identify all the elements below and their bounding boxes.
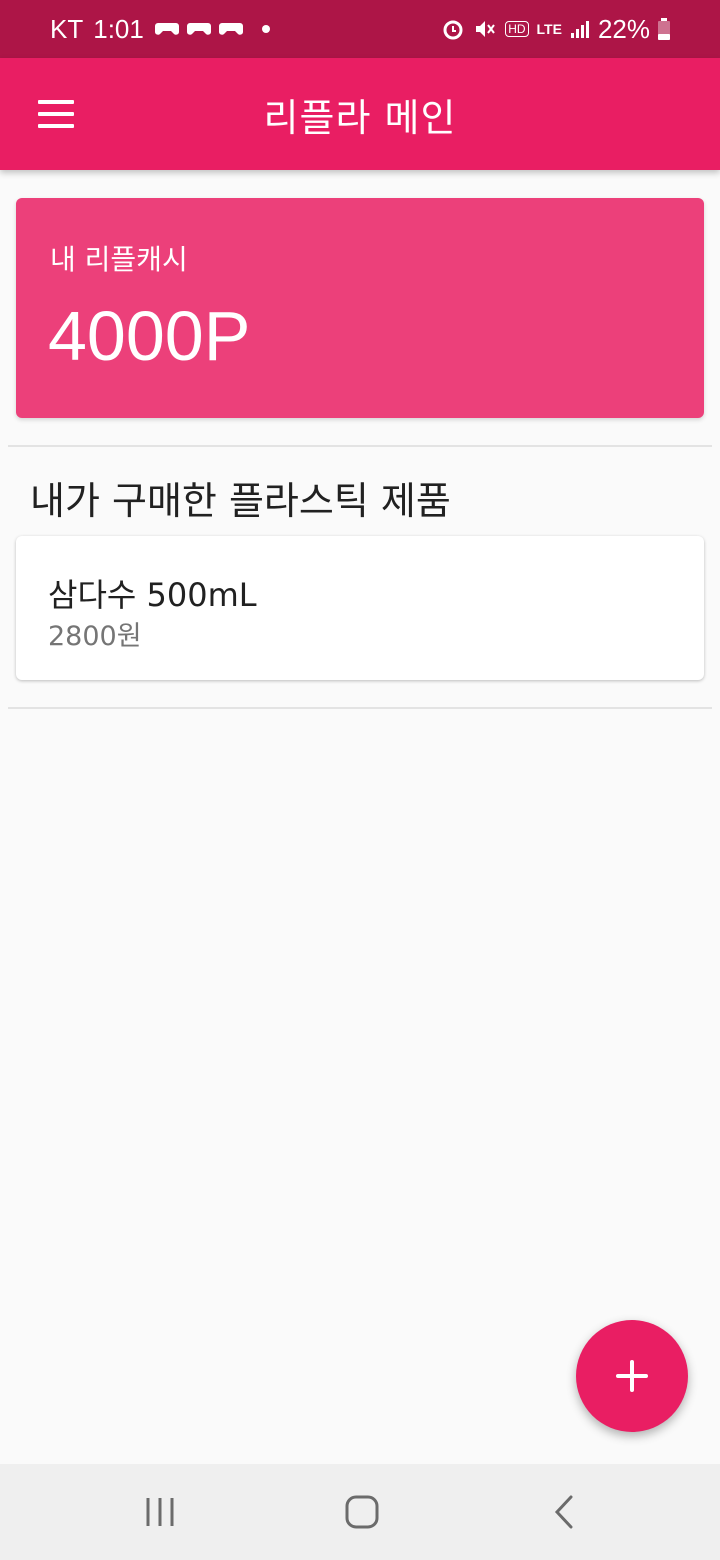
game-controller-icon	[154, 23, 179, 35]
status-bar: KT 1:01 HD LTE 22%	[0, 0, 720, 58]
page-title: 리플라 메인	[263, 95, 457, 140]
product-card[interactable]: 삼다수 500mL 2800원	[16, 536, 704, 680]
clock: 1:01	[93, 13, 144, 44]
alarm-icon	[443, 20, 463, 40]
divider	[8, 707, 712, 709]
back-icon	[554, 1495, 573, 1529]
battery-percent: 22%	[597, 13, 650, 44]
recent-apps-icon	[146, 1498, 174, 1526]
product-price: 2800원	[48, 621, 142, 652]
cash-label: 내 리플캐시	[50, 243, 188, 276]
product-name: 삼다수 500mL	[48, 576, 257, 614]
carrier-label: KT	[50, 13, 84, 44]
signal-icon	[570, 21, 589, 38]
home-button[interactable]	[302, 1464, 422, 1560]
hd-badge: HD	[505, 21, 529, 37]
game-controller-icon	[186, 23, 211, 35]
back-button[interactable]	[504, 1464, 624, 1560]
battery-icon	[658, 18, 670, 40]
notification-icons	[154, 19, 270, 39]
status-bar-right: HD LTE 22%	[441, 14, 670, 45]
divider	[8, 445, 712, 447]
status-bar-left: KT 1:01	[50, 14, 270, 45]
home-icon	[345, 1495, 379, 1529]
section-title: 내가 구매한 플라스틱 제품	[30, 479, 451, 523]
add-icon	[616, 1360, 648, 1392]
more-notifications-dot	[261, 25, 270, 33]
mute-icon	[476, 21, 496, 37]
cash-amount: 4000P	[48, 297, 251, 375]
lte-label: LTE	[536, 21, 562, 37]
system-nav-bar	[0, 1464, 720, 1560]
ripple-cash-card: 내 리플캐시 4000P	[16, 198, 704, 418]
add-button[interactable]	[576, 1320, 688, 1432]
app-bar: 리플라 메인	[0, 58, 720, 170]
recent-apps-button[interactable]	[100, 1464, 220, 1560]
game-controller-icon	[218, 23, 243, 35]
